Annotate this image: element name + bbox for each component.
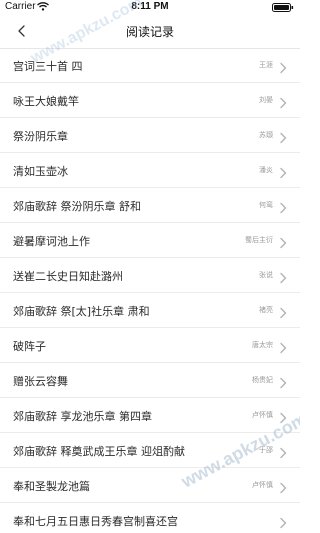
list-item[interactable]: 咏王大娘戴竿 刘晏 xyxy=(0,83,300,118)
list-item[interactable]: 宫词三十首 四 王涯 xyxy=(0,48,300,83)
list-item[interactable]: 奉和圣製龙池篇 卢怀慎 xyxy=(0,468,300,503)
item-title: 郊庙歌辞 祭汾阴乐章 舒和 xyxy=(13,200,141,213)
item-author: 于邵 xyxy=(259,446,273,454)
status-bar: Carrier 8:11 PM xyxy=(0,0,300,14)
list-item[interactable]: 清如玉壶冰 潘炎 xyxy=(0,153,300,188)
item-author: 潘炎 xyxy=(259,166,273,174)
item-author: 蜀后主衍 xyxy=(245,236,273,244)
chevron-right-icon xyxy=(279,59,287,74)
chevron-right-icon xyxy=(279,164,287,179)
list-item[interactable]: 郊庙歌辞 享龙池乐章 第四章 卢怀慎 xyxy=(0,398,300,433)
item-title: 赠张云容舞 xyxy=(13,375,68,388)
chevron-right-icon xyxy=(279,444,287,459)
list-item[interactable]: 奉和七月五日惠日秀春宫制喜还宫 xyxy=(0,503,300,533)
chevron-right-icon xyxy=(279,514,287,529)
chevron-right-icon xyxy=(279,304,287,319)
list-item[interactable]: 郊庙歌辞 释奠武成王乐章 迎俎酌献 于邵 xyxy=(0,433,300,468)
item-title: 避暑摩诃池上作 xyxy=(13,235,90,248)
item-author: 杨贵妃 xyxy=(252,376,273,384)
chevron-right-icon xyxy=(279,234,287,249)
item-title: 清如玉壶冰 xyxy=(13,165,68,178)
item-title: 奉和七月五日惠日秀春宫制喜还宫 xyxy=(13,515,178,528)
item-title: 奉和圣製龙池篇 xyxy=(13,480,90,493)
item-title: 郊庙歌辞 享龙池乐章 第四章 xyxy=(13,410,152,423)
item-author: 褚亮 xyxy=(259,306,273,314)
chevron-right-icon xyxy=(279,374,287,389)
chevron-right-icon xyxy=(279,269,287,284)
item-title: 郊庙歌辞 释奠武成王乐章 迎俎酌献 xyxy=(13,445,185,458)
chevron-right-icon xyxy=(279,129,287,144)
list-item[interactable]: 郊庙歌辞 祭[太]社乐章 肃和 褚亮 xyxy=(0,293,300,328)
list-item[interactable]: 郊庙歌辞 祭汾阴乐章 舒和 何鸾 xyxy=(0,188,300,223)
chevron-right-icon xyxy=(279,479,287,494)
list-item[interactable]: 赠张云容舞 杨贵妃 xyxy=(0,363,300,398)
item-title: 咏王大娘戴竿 xyxy=(13,95,79,108)
reading-history-screen: Carrier 8:11 PM 阅读记录 宫词三十首 四 王涯咏王大娘戴竿 刘晏祭汾… xyxy=(0,0,300,533)
page-title: 阅读记录 xyxy=(125,25,174,39)
navigation-bar: 阅读记录 xyxy=(0,14,300,49)
list-item[interactable]: 避暑摩诃池上作 蜀后主衍 xyxy=(0,223,300,258)
item-author: 王涯 xyxy=(259,61,273,69)
item-author: 何鸾 xyxy=(259,201,273,209)
item-author: 唐太宗 xyxy=(252,341,273,349)
item-author: 卢怀慎 xyxy=(252,411,273,419)
chevron-right-icon xyxy=(279,199,287,214)
chevron-right-icon xyxy=(279,339,287,354)
reading-history-list: 宫词三十首 四 王涯咏王大娘戴竿 刘晏祭汾阴乐章 苏颋清如玉壶冰 潘炎郊庙歌辞 祭汾阴乐… xyxy=(0,48,300,533)
clock-label: 8:11 PM xyxy=(131,1,169,12)
list-item[interactable]: 破阵子 唐太宗 xyxy=(0,328,300,363)
item-author: 卢怀慎 xyxy=(252,481,273,489)
item-author: 刘晏 xyxy=(259,96,273,104)
item-author: 苏颋 xyxy=(259,131,273,139)
chevron-right-icon xyxy=(279,409,287,424)
item-author: 张说 xyxy=(259,271,273,279)
item-title: 破阵子 xyxy=(13,340,46,353)
item-title: 祭汾阴乐章 xyxy=(13,130,68,143)
list-item[interactable]: 祭汾阴乐章 苏颋 xyxy=(0,118,300,153)
item-title: 送崔二长史日知赴潞州 xyxy=(13,270,123,283)
item-title: 郊庙歌辞 祭[太]社乐章 肃和 xyxy=(13,305,150,318)
list-item[interactable]: 送崔二长史日知赴潞州 张说 xyxy=(0,258,300,293)
chevron-right-icon xyxy=(279,94,287,109)
item-title: 宫词三十首 四 xyxy=(13,60,83,73)
